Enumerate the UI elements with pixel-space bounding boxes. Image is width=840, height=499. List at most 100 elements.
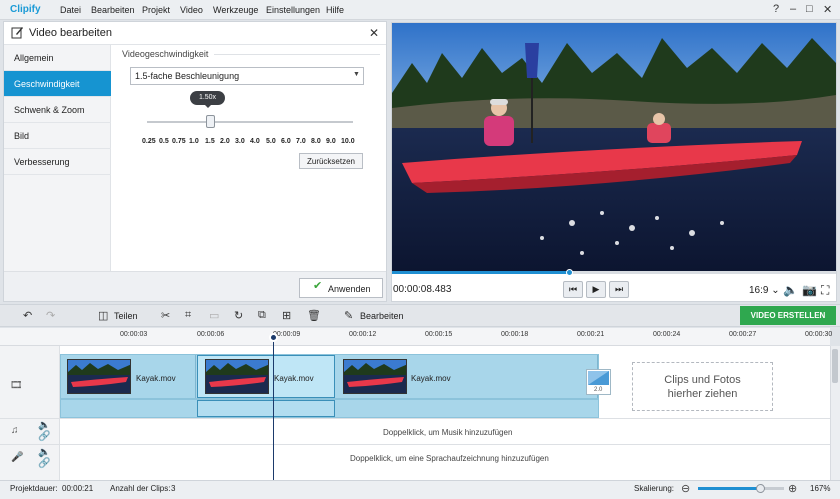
camera-icon[interactable]: 📷 — [802, 283, 817, 297]
tick-label: 9.0 — [326, 138, 336, 145]
edit-panel-title: Video bearbeiten — [29, 27, 112, 39]
music-track-hint[interactable]: Doppelklick, um Musik hinzuzufügen — [383, 428, 512, 437]
split-button[interactable]: Teilen — [114, 311, 138, 321]
ruler-label: 00:00:06 — [197, 331, 225, 338]
edit-icon[interactable]: ✎ — [344, 309, 353, 322]
clip-thumbnail — [205, 359, 269, 394]
voice-track-hint[interactable]: Doppelklick, um eine Sprachaufzeichnung … — [350, 454, 549, 463]
ruler-label: 00:00:15 — [425, 331, 453, 338]
apply-button[interactable]: Anwenden — [299, 278, 383, 298]
redo-icon[interactable]: ↷ — [46, 309, 55, 322]
duration-value: 00:00:21 — [62, 484, 94, 493]
menu-bearbeiten[interactable]: Bearbeiten — [91, 5, 135, 15]
link-icon[interactable]: 🔗 — [38, 458, 50, 469]
app-logo: Clipify — [10, 4, 41, 15]
preview-progress-fill — [392, 271, 569, 274]
check-icon: ✔ — [313, 280, 323, 292]
clip-selected-subtrack[interactable] — [197, 400, 335, 417]
create-video-button[interactable]: VIDEO ERSTELLEN — [740, 306, 836, 325]
playhead-handle[interactable] — [269, 333, 278, 342]
mic-icon: 🎤 — [11, 452, 24, 463]
tick-label: 6.0 — [281, 138, 291, 145]
tooltip-arrow — [204, 104, 212, 108]
close-window-button[interactable]: ✕ — [823, 3, 832, 16]
add-media-icon[interactable]: ⊞ — [282, 309, 291, 322]
nav-item-geschwindigkeit[interactable]: Geschwindigkeit — [4, 71, 111, 97]
close-panel-button[interactable]: ✕ — [369, 26, 379, 40]
transition-duration: 2.0 — [594, 387, 603, 393]
nav-item-verbesserung[interactable]: Verbesserung — [4, 149, 111, 175]
reset-button[interactable]: Zurücksetzen — [299, 153, 363, 169]
divider — [214, 54, 380, 55]
ruler-label: 00:00:18 — [501, 331, 529, 338]
ruler-label: 00:00:12 — [349, 331, 377, 338]
menu-hilfe[interactable]: Hilfe — [326, 5, 344, 15]
clip-label: Kayak.mov — [411, 374, 451, 383]
zoom-out-icon[interactable]: ⊖ — [681, 482, 690, 495]
speed-section-label: Videogeschwindigkeit — [122, 49, 209, 59]
ruler-label: 00:00:21 — [577, 331, 605, 338]
ruler-label: 00:00:24 — [653, 331, 681, 338]
menu-video[interactable]: Video — [180, 5, 203, 15]
divider — [0, 444, 830, 445]
volume-icon[interactable]: 🔈 — [783, 283, 798, 297]
fullscreen-icon[interactable]: ⛶ — [821, 283, 829, 298]
nav-item-allgemein[interactable]: Allgemein — [4, 45, 111, 71]
speed-tooltip: 1.50x — [190, 91, 225, 105]
play-button[interactable]: ▶ — [586, 281, 606, 298]
help-button[interactable]: ? — [773, 3, 779, 15]
preview-progress-handle[interactable] — [566, 269, 573, 276]
next-button[interactable]: ⏭ — [609, 281, 629, 298]
chevron-down-icon: ⌄ — [771, 285, 780, 296]
tick-label: 10.0 — [341, 138, 355, 145]
menu-datei[interactable]: Datei — [60, 5, 81, 15]
scissors-icon[interactable]: ✂ — [161, 309, 170, 322]
edit-icon — [11, 27, 23, 39]
split-icon[interactable]: ◫ — [98, 309, 108, 322]
tick-label: 4.0 — [250, 138, 260, 145]
delete-icon[interactable]: 🗑 — [307, 309, 321, 322]
speed-select[interactable]: 1.5-fache Beschleunigung — [130, 67, 364, 85]
clip-count-value: 3 — [171, 484, 176, 493]
menu-einstellungen[interactable]: Einstellungen — [266, 5, 320, 15]
dropzone-line-2: hierher ziehen — [667, 388, 738, 400]
speed-slider-track[interactable] — [147, 121, 353, 123]
music-icon: ♫ — [11, 425, 19, 436]
duration-label: Projektdauer: — [10, 484, 58, 493]
rotate-icon[interactable]: ↻ — [234, 309, 243, 322]
playhead[interactable] — [273, 336, 274, 480]
clip-dropzone[interactable]: Clips und Fotos hierher ziehen — [632, 362, 773, 411]
tick-label: 8.0 — [311, 138, 321, 145]
zoom-slider-thumb[interactable] — [756, 484, 765, 493]
clip-label: Kayak.mov — [274, 374, 314, 383]
nav-item-bild[interactable]: Bild — [4, 123, 111, 149]
edit-nav: Allgemein Geschwindigkeit Schwenk & Zoom… — [4, 45, 111, 271]
track-headers — [0, 346, 60, 480]
scrollbar-thumb[interactable] — [832, 349, 838, 383]
minimize-button[interactable]: – — [790, 3, 796, 15]
tick-label: 1.5 — [205, 138, 215, 145]
stabilize-icon[interactable]: ▭ — [209, 309, 219, 322]
menu-werkzeuge[interactable]: Werkzeuge — [213, 5, 258, 15]
video-preview[interactable] — [392, 23, 836, 271]
volume-icon[interactable]: 🔈 — [38, 420, 50, 431]
export-frame-icon[interactable]: ⧉ — [258, 309, 266, 322]
nav-item-schwenk-zoom[interactable]: Schwenk & Zoom — [4, 97, 111, 123]
film-icon: 🎞 — [10, 380, 23, 391]
volume-icon[interactable]: 🔈 — [38, 447, 50, 458]
aspect-ratio-select[interactable]: 16:9 ⌄ — [749, 285, 780, 296]
zoom-in-icon[interactable]: ⊕ — [788, 482, 797, 495]
speed-slider-thumb[interactable] — [206, 115, 215, 128]
ruler-label: 00:00:03 — [120, 331, 148, 338]
crop-icon[interactable]: ⌗ — [185, 309, 191, 322]
menu-projekt[interactable]: Projekt — [142, 5, 170, 15]
previous-button[interactable]: ⏮ — [563, 281, 583, 298]
link-icon[interactable]: 🔗 — [38, 431, 50, 442]
clip-thumbnail — [67, 359, 131, 394]
tick-label: 0.25 — [142, 138, 156, 145]
edit-button[interactable]: Bearbeiten — [360, 311, 404, 321]
undo-icon[interactable]: ↶ — [23, 309, 32, 322]
dropzone-line-1: Clips und Fotos — [664, 374, 741, 386]
maximize-button[interactable]: □ — [806, 3, 813, 15]
tick-label: 5.0 — [266, 138, 276, 145]
